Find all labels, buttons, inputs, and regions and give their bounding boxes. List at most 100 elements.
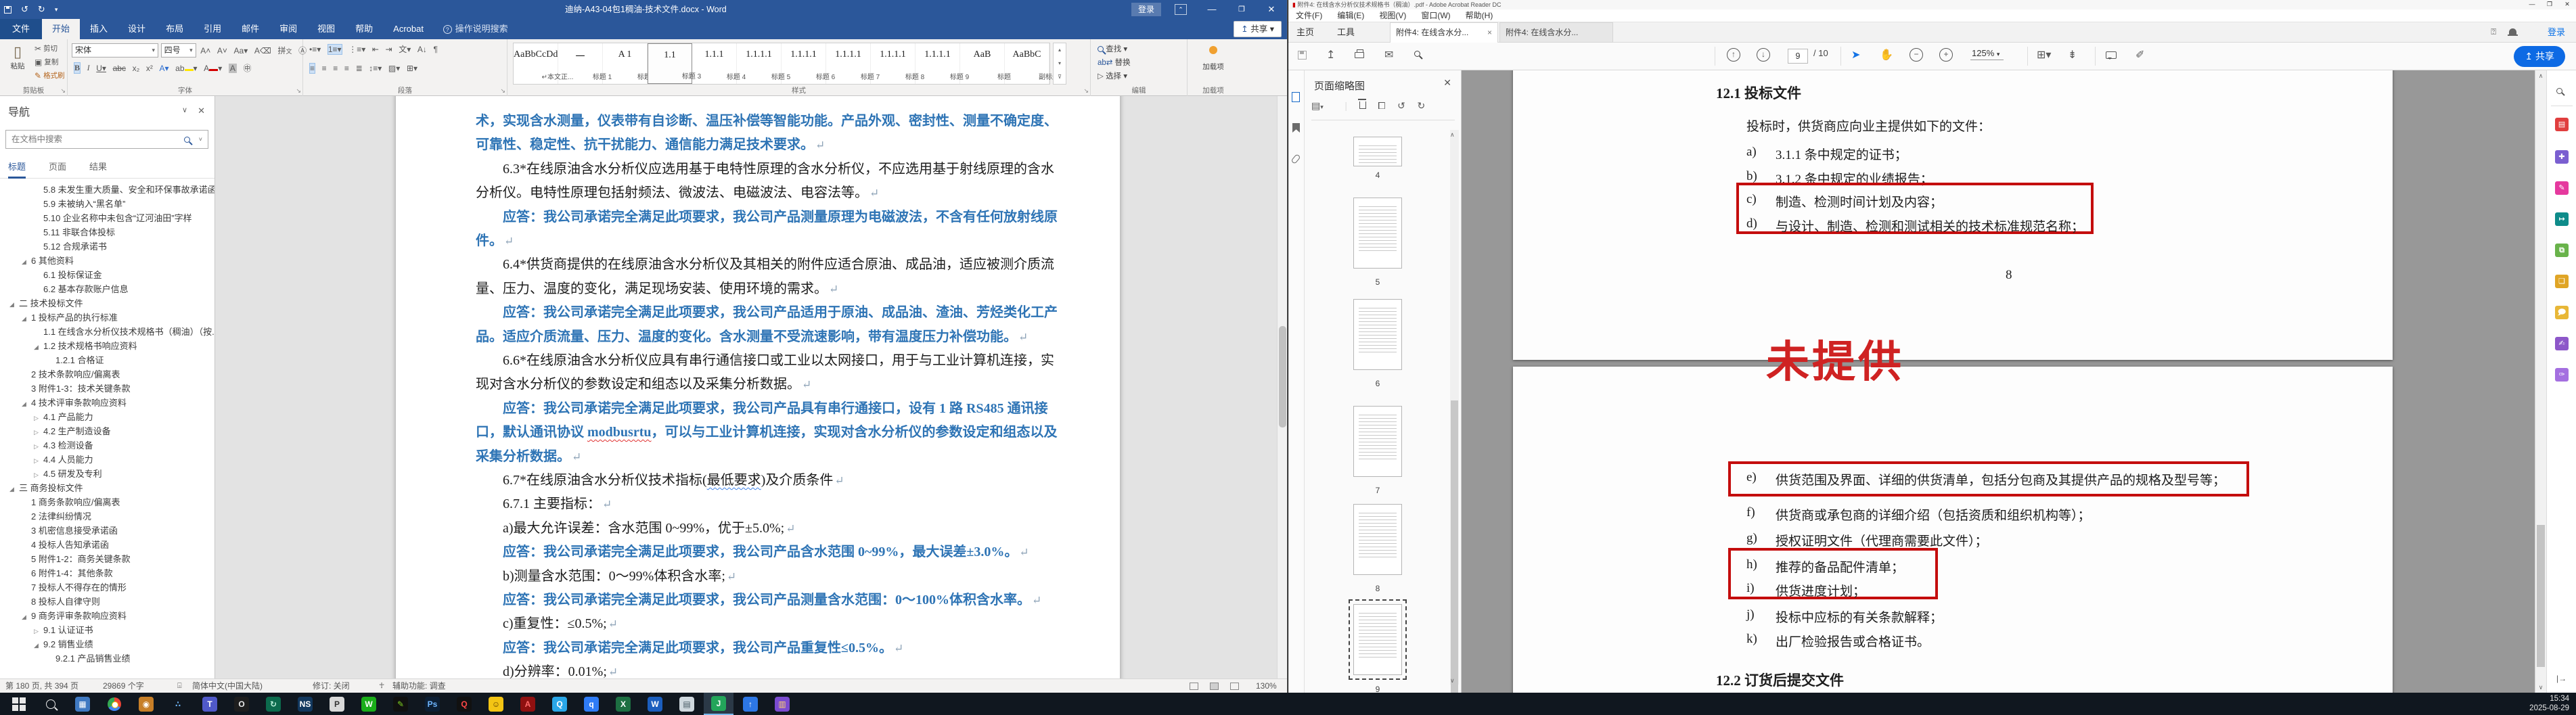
taskbar-icon-taskbar-search[interactable] — [36, 693, 66, 715]
hand-tool-icon[interactable]: ✋ — [1880, 48, 1893, 62]
nav-outline-item[interactable]: ◢ 4 技术评审条款响应资料 — [0, 396, 214, 410]
document-scrollbar[interactable] — [1277, 96, 1287, 678]
export-share-icon[interactable]: ↦ — [2555, 212, 2569, 226]
align-left-button[interactable]: ≡ — [309, 62, 316, 74]
nav-tab-pages[interactable]: 页面 — [49, 158, 66, 179]
help-icon[interactable]: ⍰ — [2491, 26, 2496, 37]
nav-outline-item[interactable]: 2 法律纠纷情况 — [0, 509, 214, 524]
bold-button[interactable]: B — [74, 62, 81, 74]
select-button[interactable]: ▷ 选择 ▾ — [1098, 70, 1131, 81]
pdf-scroll-up-icon[interactable]: ∧ — [2535, 70, 2546, 81]
expanded-triangle-icon[interactable]: ◢ — [9, 482, 19, 495]
increase-indent-button[interactable]: ⇥ — [386, 45, 392, 54]
status-language[interactable]: 简体中文(中国大陆) — [192, 679, 263, 693]
nav-outline-item[interactable]: 3 附件1-3：技术关键条款 — [0, 382, 214, 396]
nav-outline-item[interactable]: 6.1 投标保证金 — [0, 268, 214, 282]
expanded-triangle-icon[interactable]: ◢ — [22, 610, 31, 623]
taskbar-icon-app-ns[interactable]: NS — [290, 693, 320, 715]
acrobat-minimize-button[interactable]: — — [2523, 0, 2541, 9]
fit-width-icon[interactable]: ⊞▾ — [2037, 48, 2051, 62]
nav-outline-item[interactable]: ◢ 9 商务评审条款响应资料 — [0, 609, 214, 623]
nav-outline-item[interactable]: ▷ 4.4 人员能力 — [0, 453, 214, 467]
subscript-button[interactable]: x₂ — [133, 64, 140, 73]
addins-button[interactable]: 加载项 — [1188, 46, 1239, 72]
document-search-input[interactable]: 在文档中搜索 ˅ — [5, 130, 208, 149]
nav-outline-item[interactable]: 4 投标人告知承诺函 — [0, 538, 214, 552]
fill-sign-icon[interactable]: ✍ — [2555, 337, 2569, 350]
text-effects-icon[interactable]: A▾ — [160, 64, 169, 73]
asian-layout-button[interactable]: 文▾ — [399, 43, 411, 55]
taskbar-icon-calculator[interactable]: ▦ — [68, 693, 97, 715]
view-web-icon[interactable] — [1226, 679, 1243, 693]
nav-outline-item[interactable]: 5 附件1-2：商务关键条款 — [0, 552, 214, 566]
print-icon[interactable] — [1355, 48, 1364, 60]
styles-gallery-scroll[interactable]: ▴ ▾ ⊽ — [1053, 43, 1066, 85]
taskbar-icon-pen-app[interactable]: ✎ — [386, 693, 415, 715]
taskbar-icon-xin-app[interactable]: ☺ — [481, 693, 511, 715]
zoom-in-icon[interactable]: + — [1939, 48, 1953, 62]
doc-tab-active[interactable]: 附件4: 在线含水分... × — [1390, 22, 1498, 43]
nav-outline-item[interactable]: ◢ 9.2 销售业绩 — [0, 637, 214, 651]
collapsed-triangle-icon[interactable]: ▷ — [34, 454, 43, 467]
align-center-button[interactable]: ≡ — [322, 64, 327, 73]
taskbar-icon-printer-app[interactable]: P — [322, 693, 352, 715]
comment-tool-icon[interactable]: 🗩 — [2555, 306, 2569, 319]
nav-outline-item[interactable]: ▷ 9.1 认证证书 — [0, 623, 214, 637]
acrobat-close-button[interactable]: ✕ — [2558, 0, 2576, 9]
page-thumbnail-6[interactable] — [1353, 299, 1402, 370]
page-thumbnails-icon[interactable] — [1292, 89, 1303, 104]
zoom-level-select[interactable]: 125% ▾ — [1970, 48, 2004, 60]
find-button[interactable]: 查找 ▾ — [1098, 43, 1131, 54]
nav-outline-item[interactable]: ◢ 二 技术投标文件 — [0, 296, 214, 310]
save-file-icon[interactable] — [1298, 48, 1307, 60]
status-track-changes[interactable]: 修订: 关闭 — [313, 679, 350, 693]
zoom-out-icon[interactable]: − — [1910, 48, 1923, 62]
taskbar-icon-netdisk[interactable]: ↑ — [736, 693, 765, 715]
nav-outline-item[interactable]: ▷ 4.2 生产制造设备 — [0, 424, 214, 438]
create-pdf-icon[interactable]: ✚ — [2555, 150, 2569, 164]
thumbnails-close-icon[interactable]: ✕ — [1443, 77, 1451, 89]
style-item-标题 5[interactable]: 1.1.1.1 标题 5 — [737, 43, 790, 84]
cut-button[interactable]: ✂ 剪切 — [32, 43, 58, 53]
expanded-triangle-icon[interactable]: ◢ — [22, 255, 31, 268]
taskbar-icon-wechat[interactable]: W — [354, 693, 384, 715]
nav-outline-item[interactable]: ◢ 6 其他资料 — [0, 254, 214, 268]
tab-tools[interactable]: 工具 — [1337, 22, 1355, 43]
thumb-options-icon[interactable]: ▤▾ — [1311, 100, 1333, 111]
word-restore-button[interactable]: ❐ — [1227, 0, 1257, 19]
extract-page-icon[interactable]: ⧠ — [1378, 100, 1385, 111]
acrobat-share-button[interactable]: ↥ 共享 — [2514, 46, 2565, 67]
nav-tab-headings[interactable]: 标题 — [8, 158, 26, 179]
page-thumbnail-7[interactable] — [1353, 406, 1402, 477]
tools-expand-icon[interactable]: |→ — [2556, 674, 2567, 683]
style-item-标题 6[interactable]: 1.1.1.1 标题 6 — [782, 43, 835, 84]
organize-pages-icon[interactable]: ⧉ — [2555, 244, 2569, 257]
nav-outline-item[interactable]: 7 投标人不得存在的情形 — [0, 580, 214, 595]
taskbar-icon-word-app[interactable]: W — [640, 693, 670, 715]
char-border-button[interactable]: ㊥ — [243, 62, 251, 74]
taskbar-icon-people-app[interactable]: ∴ — [163, 693, 193, 715]
ribbon-tab-Acrobat[interactable]: Acrobat — [383, 19, 434, 39]
multilevel-list-button[interactable]: ⋮≡▾ — [348, 45, 365, 54]
nav-pane-close-icon[interactable]: ✕ — [198, 106, 205, 116]
bullets-button[interactable]: •≡▾ — [309, 45, 321, 54]
nav-outline-item[interactable]: 1.1 在线含水分析仪技术规格书（稠油）（按... — [0, 325, 214, 339]
change-case-icon[interactable]: Aa▾ — [234, 46, 248, 55]
bookmarks-icon[interactable] — [1292, 123, 1300, 135]
styles-dialog-launcher[interactable]: ↘ — [1083, 87, 1089, 95]
nav-pane-dropdown-icon[interactable]: ∨ — [182, 106, 187, 114]
nav-outline-item[interactable]: 6 附件1-4：其他条款 — [0, 566, 214, 580]
view-read-icon[interactable] — [1185, 679, 1202, 693]
collapsed-triangle-icon[interactable]: ▷ — [34, 425, 43, 438]
ribbon-tab-视图[interactable]: 视图 — [307, 19, 345, 39]
word-signin-button[interactable]: 登录 — [1131, 3, 1162, 16]
highlight-color-button[interactable]: ab ▾ — [175, 64, 197, 73]
nav-outline-item[interactable]: 5.10 企业名称中未包含“辽河油田”字样 — [0, 211, 214, 225]
save-icon[interactable] — [4, 5, 12, 14]
taskbar-icon-screenshot-tool[interactable]: ◉ — [131, 693, 161, 715]
ribbon-tab-引用[interactable]: 引用 — [194, 19, 231, 39]
rotate-right-icon[interactable]: ↻ — [1417, 100, 1425, 111]
paste-button[interactable]: ▯ 粘贴 — [5, 43, 30, 71]
style-item-标题[interactable]: AaB 标题 — [960, 43, 1011, 84]
distribute-button[interactable]: ≣ — [356, 64, 363, 73]
